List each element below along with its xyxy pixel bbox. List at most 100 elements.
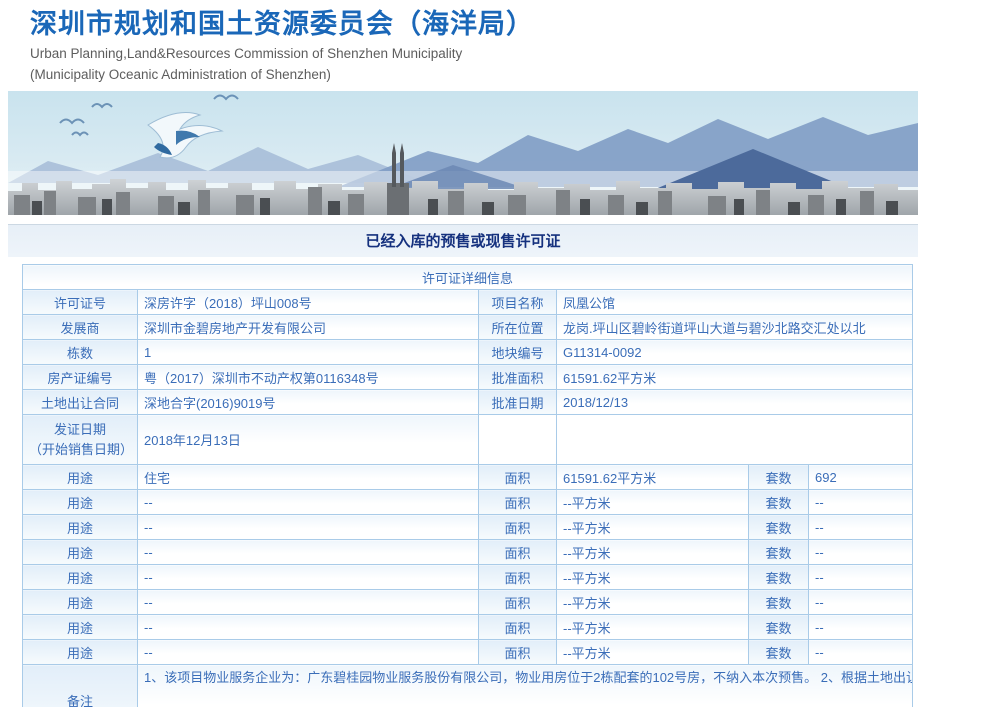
field-label-permit-no: 许可证号 [22, 289, 138, 315]
site-header: 深圳市规划和国土资源委员会（海洋局） Urban Planning,Land&R… [8, 0, 918, 85]
field-value-property-cert-no: 粤（2017）深圳市不动产权第0116348号 [137, 364, 479, 390]
field-label-property-cert-no: 房产证编号 [22, 364, 138, 390]
issue-date-label-line2: （开始销售日期） [29, 441, 134, 457]
units-value: -- [807, 614, 914, 640]
area-label: 面积 [478, 539, 557, 565]
field-label-approved-area: 批准面积 [478, 364, 557, 390]
units-label: 套数 [748, 514, 809, 540]
usage-row: 用途 -- 面积 --平方米 套数 -- [22, 514, 914, 540]
field-value-location: 龙岗.坪山区碧岭街道坪山大道与碧沙北路交汇处以北 [555, 314, 914, 340]
usage-label: 用途 [22, 589, 138, 615]
usage-label: 用途 [22, 539, 138, 565]
units-label: 套数 [748, 589, 809, 615]
issue-date-label-line1: 发证日期 [53, 421, 106, 437]
area-label: 面积 [478, 564, 557, 590]
units-label: 套数 [748, 464, 809, 490]
usage-value: -- [137, 564, 479, 590]
units-value: -- [807, 564, 914, 590]
field-label-building-count: 栋数 [22, 339, 138, 365]
usage-value: -- [137, 589, 479, 615]
usage-value: -- [137, 614, 479, 640]
usage-label: 用途 [22, 614, 138, 640]
usage-row: 用途 住宅 面积 61591.62平方米 套数 692 [22, 464, 914, 490]
units-label: 套数 [748, 564, 809, 590]
permit-detail-table: 许可证详细信息 许可证号 深房许字（2018）坪山008号 项目名称 凤凰公馆 … [21, 264, 914, 707]
field-label-location: 所在位置 [478, 314, 557, 340]
units-value: -- [807, 514, 914, 540]
table-row: 栋数 1 地块编号 G11314-0092 [22, 339, 914, 365]
table-row: 发展商 深圳市金碧房地产开发有限公司 所在位置 龙岗.坪山区碧岭街道坪山大道与碧… [22, 314, 914, 340]
remark-text: 1、该项目物业服务企业为：广东碧桂园物业服务股份有限公司，物业用房位于2栋配套的… [136, 664, 914, 707]
table-row: 房产证编号 粤（2017）深圳市不动产权第0116348号 批准面积 61591… [22, 364, 914, 390]
site-title: 深圳市规划和国土资源委员会（海洋局） [30, 9, 534, 39]
area-label: 面积 [478, 464, 557, 490]
usage-label: 用途 [22, 514, 138, 540]
units-value: -- [807, 589, 914, 615]
remark-row: 备注 1、该项目物业服务企业为：广东碧桂园物业服务股份有限公司，物业用房位于2栋… [22, 664, 914, 707]
area-label: 面积 [478, 639, 557, 665]
field-label-developer: 发展商 [22, 314, 138, 340]
usage-row: 用途 -- 面积 --平方米 套数 -- [22, 614, 914, 640]
usage-value: -- [137, 514, 479, 540]
field-label-project-name: 项目名称 [478, 289, 557, 315]
table-row-issue-date: 发证日期 （开始销售日期） 2018年12月13日 [22, 414, 914, 465]
area-value: --平方米 [556, 539, 749, 565]
usage-row: 用途 -- 面积 --平方米 套数 -- [22, 489, 914, 515]
area-value: --平方米 [556, 564, 749, 590]
field-value-approval-date: 2018/12/13 [555, 389, 914, 415]
empty-cell [555, 414, 914, 465]
usage-label: 用途 [22, 639, 138, 665]
area-label: 面积 [478, 489, 557, 515]
field-value-developer: 深圳市金碧房地产开发有限公司 [137, 314, 479, 340]
table-row: 许可证号 深房许字（2018）坪山008号 项目名称 凤凰公馆 [22, 289, 914, 315]
field-label-land-contract: 土地出让合同 [22, 389, 138, 415]
field-value-land-contract: 深地合字(2016)9019号 [137, 389, 479, 415]
table-title-row: 许可证详细信息 [21, 264, 914, 290]
usage-row: 用途 -- 面积 --平方米 套数 -- [22, 564, 914, 590]
field-label-approval-date: 批准日期 [478, 389, 557, 415]
area-value: 61591.62平方米 [556, 464, 749, 490]
section-band: 已经入库的预售或现售许可证 [8, 224, 918, 257]
units-value: -- [807, 489, 914, 515]
area-value: --平方米 [556, 514, 749, 540]
field-value-issue-date: 2018年12月13日 [137, 414, 479, 465]
field-value-approved-area: 61591.62平方米 [555, 364, 914, 390]
area-value: --平方米 [556, 614, 749, 640]
units-value: -- [807, 639, 914, 665]
remark-label: 备注 [22, 664, 138, 707]
page: 深圳市规划和国土资源委员会（海洋局） Urban Planning,Land&R… [0, 0, 1000, 707]
units-label: 套数 [748, 639, 809, 665]
section-title: 已经入库的预售或现售许可证 [365, 233, 561, 250]
usage-row: 用途 -- 面积 --平方米 套数 -- [22, 539, 914, 565]
field-value-parcel-no: G11314-0092 [555, 339, 914, 365]
units-label: 套数 [748, 539, 809, 565]
field-value-permit-no: 深房许字（2018）坪山008号 [137, 289, 479, 315]
usage-label: 用途 [22, 489, 138, 515]
usage-label: 用途 [22, 464, 138, 490]
area-value: --平方米 [556, 589, 749, 615]
field-value-building-count: 1 [137, 339, 479, 365]
table-title: 许可证详细信息 [21, 264, 914, 290]
empty-cell [478, 414, 557, 465]
usage-row: 用途 -- 面积 --平方米 套数 -- [22, 639, 914, 665]
usage-row: 用途 -- 面积 --平方米 套数 -- [22, 589, 914, 615]
field-label-issue-date: 发证日期 （开始销售日期） [22, 414, 138, 465]
site-subtitle-en-2: (Municipality Oceanic Administration of … [30, 67, 331, 82]
units-value: -- [807, 539, 914, 565]
units-label: 套数 [748, 489, 809, 515]
usage-label: 用途 [22, 564, 138, 590]
field-label-parcel-no: 地块编号 [478, 339, 557, 365]
units-value: 692 [807, 464, 914, 490]
area-value: --平方米 [556, 489, 749, 515]
area-label: 面积 [478, 589, 557, 615]
area-label: 面积 [478, 614, 557, 640]
usage-value: -- [137, 639, 479, 665]
usage-value: 住宅 [137, 464, 479, 490]
area-label: 面积 [478, 514, 557, 540]
units-label: 套数 [748, 614, 809, 640]
city-skyline-banner-image [8, 91, 918, 215]
table-row: 土地出让合同 深地合字(2016)9019号 批准日期 2018/12/13 [22, 389, 914, 415]
usage-value: -- [137, 489, 479, 515]
site-subtitle-en-1: Urban Planning,Land&Resources Commission… [30, 46, 463, 61]
field-value-project-name: 凤凰公馆 [555, 289, 914, 315]
